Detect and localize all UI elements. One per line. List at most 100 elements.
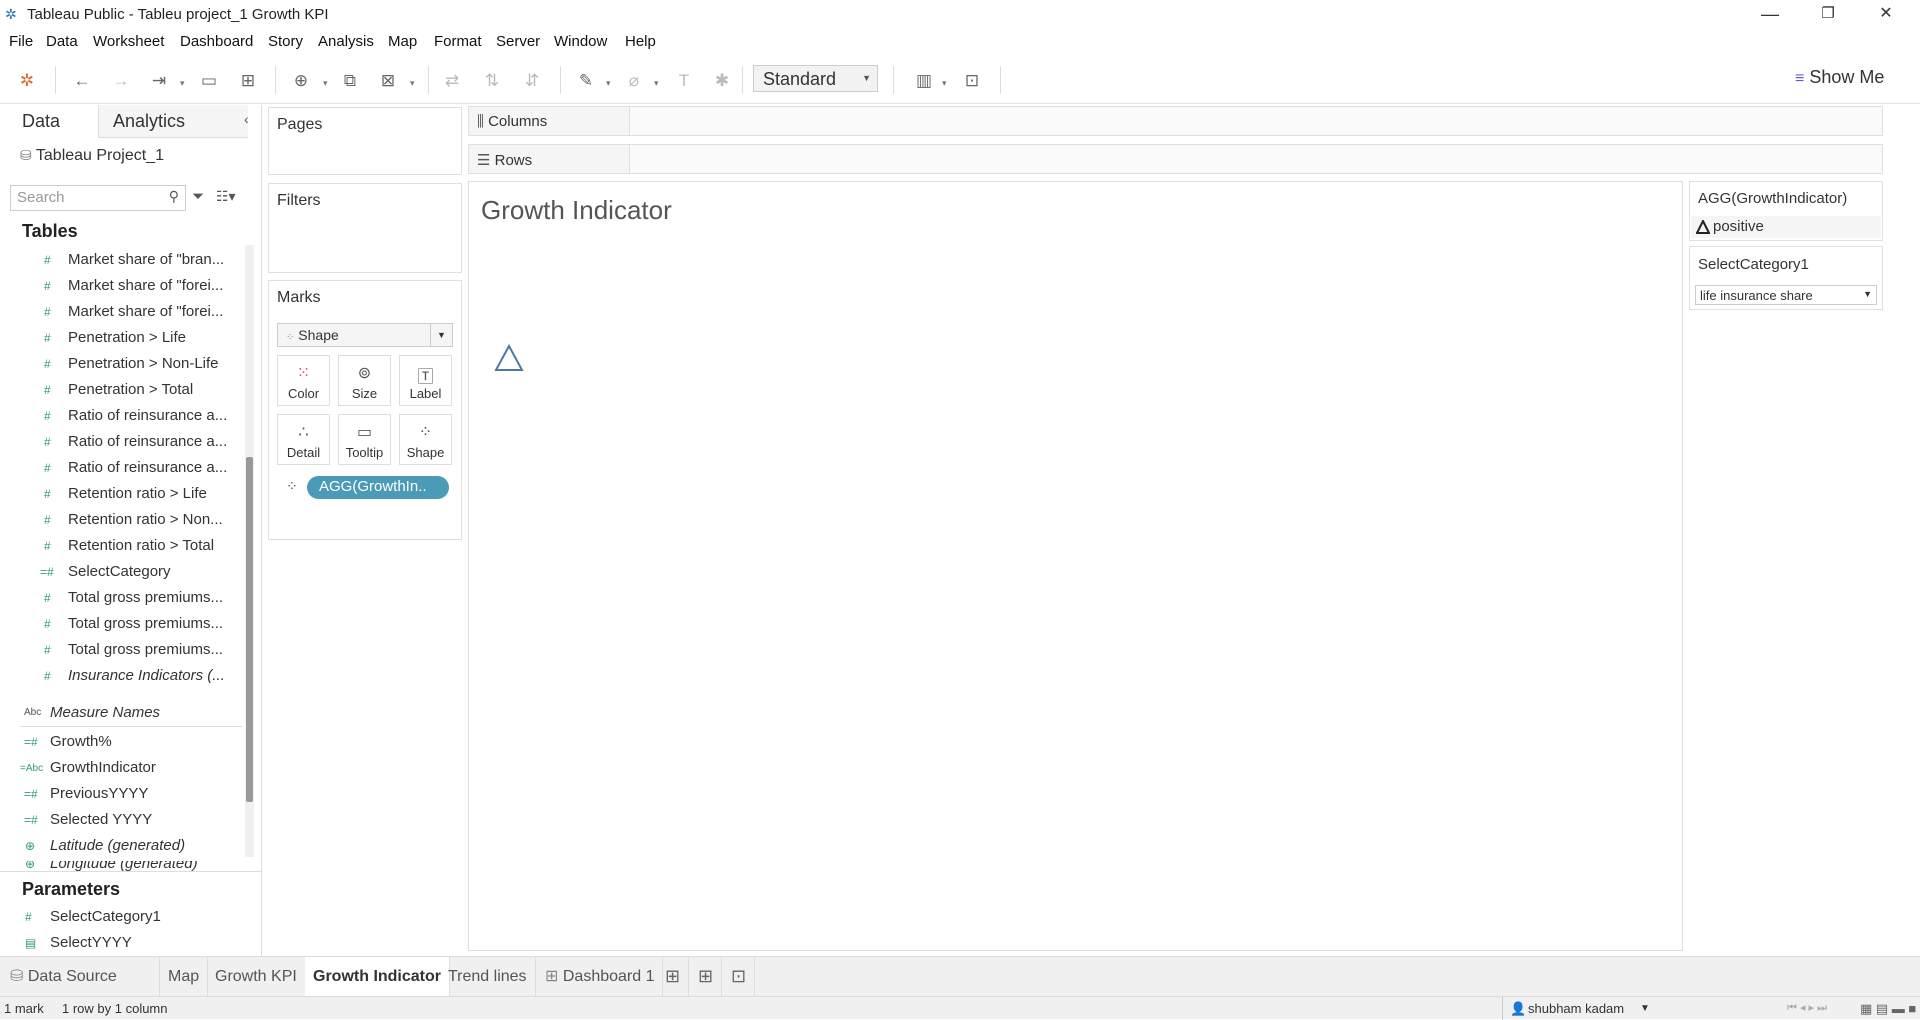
highlight-icon[interactable]: ✎ [574,70,598,92]
user-name[interactable]: shubham kadam [1528,1001,1624,1016]
columns-drop-zone[interactable] [629,107,1882,135]
tooltip-button[interactable]: ▭ Tooltip [338,414,391,465]
close-button[interactable]: ✕ [1857,0,1915,28]
undo-icon[interactable]: ← [70,70,94,92]
new-dashboard-tab-icon[interactable]: ⊞ [690,957,723,996]
menu-analysis[interactable]: Analysis [318,33,374,50]
filter-icon[interactable]: ⏷ [192,188,204,205]
field-item[interactable]: Latitude (generated) [50,837,185,854]
shape-field-pill[interactable]: AGG(GrowthIn.. [307,476,449,499]
new-story-tab-icon[interactable]: ⊡ [723,957,756,996]
search-input[interactable]: Search ⚲ [10,185,186,211]
new-worksheet-tab-icon[interactable]: ⊞ [657,957,690,996]
field-item[interactable]: Retention ratio > Total [68,537,214,554]
field-item[interactable]: Ratio of reinsurance a... [68,433,227,450]
tab-growth-kpi[interactable]: Growth KPI [207,957,306,996]
field-item[interactable]: Longitude (generated) [50,861,198,871]
minimize-button[interactable]: — [1741,0,1799,28]
parameter-item[interactable]: SelectCategory1 [50,908,161,925]
field-item[interactable]: Total gross premiums... [68,589,223,606]
parameter-item[interactable]: SelectYYYY [50,934,132,951]
chevron-down-icon[interactable]: ▼ [1640,1003,1650,1014]
field-item[interactable]: Penetration > Total [68,381,193,398]
field-item[interactable]: Penetration > Non-Life [68,355,219,372]
tableau-start-icon[interactable]: ✲ [15,70,39,92]
restore-button[interactable]: ❐ [1799,0,1857,28]
presentation-mode-icon[interactable]: ⊡ [960,70,984,92]
field-item[interactable]: Penetration > Life [68,329,186,346]
detail-button[interactable]: ∴ Detail [277,414,330,465]
label-button[interactable]: 🅃 Label [399,355,452,406]
swap-axes-icon[interactable]: ⇄ [440,70,464,92]
menu-window[interactable]: Window [554,33,607,50]
fit-dropdown[interactable]: Standard ▼ [753,65,878,92]
new-worksheet-icon[interactable]: ⊕ [289,70,313,92]
field-item[interactable]: Insurance Indicators (... [68,667,225,684]
menu-story[interactable]: Story [268,33,303,50]
tab-dashboard-1[interactable]: ⊞ Dashboard 1 [537,957,664,996]
menu-worksheet[interactable]: Worksheet [93,33,164,50]
show-labels-icon[interactable]: T [672,70,696,92]
collapse-pane-icon[interactable]: ‹ [244,111,249,127]
view-options-icon[interactable]: ☷▾ [216,188,236,205]
sort-ascending-icon[interactable]: ⇅ [480,70,504,92]
field-item[interactable]: GrowthIndicator [50,759,156,776]
field-item[interactable]: Market share of "bran... [68,251,224,268]
field-item[interactable]: PreviousYYYY [50,785,148,802]
menu-help[interactable]: Help [625,33,656,50]
size-button[interactable]: ⊚ Size [338,355,391,406]
datasource-name[interactable]: ⛁ Tableau Project_1 [20,147,164,165]
view-mode-icons[interactable]: ▦ ▤ ▬ ■ [1860,1001,1916,1017]
columns-shelf[interactable]: ⫼ Columns [468,106,1883,136]
triangle-mark[interactable] [493,343,525,373]
menu-map[interactable]: Map [388,33,417,50]
color-button[interactable]: ⁙ Color [277,355,330,406]
shape-button[interactable]: ⁘ Shape [399,414,452,465]
new-datasource-icon[interactable]: ⊞ [236,70,260,92]
show-cards-icon[interactable]: ▥ [912,70,936,92]
menu-dashboard[interactable]: Dashboard [180,33,253,50]
field-item[interactable]: Ratio of reinsurance a... [68,407,227,424]
scrollbar-thumb[interactable] [246,457,253,802]
clear-sheet-icon[interactable]: ⊠ [376,70,400,92]
field-item[interactable]: Retention ratio > Life [68,485,207,502]
legend-item[interactable]: positive [1691,216,1881,238]
fix-axes-icon[interactable]: ✱ [710,70,734,92]
menu-format[interactable]: Format [434,33,482,50]
save-icon[interactable]: ▭ [197,70,221,92]
tab-map[interactable]: Map [160,957,209,996]
menu-file[interactable]: File [9,33,33,50]
field-item[interactable]: Total gross premiums... [68,641,223,658]
tab-data[interactable]: Data [0,105,98,138]
viz-canvas[interactable]: Growth Indicator [468,181,1683,951]
field-item[interactable]: Total gross premiums... [68,615,223,632]
show-me-button[interactable]: ≡ Show Me [1795,67,1884,88]
mark-type-dropdown[interactable]: ⁘ Shape ▼ [277,323,453,347]
menu-data[interactable]: Data [46,33,78,50]
redo-icon[interactable]: → [109,70,133,92]
tab-growth-indicator[interactable]: Growth Indicator [305,957,450,996]
field-item[interactable]: Market share of "forei... [68,277,223,294]
marks-card: Marks ⁘ Shape ▼ ⁙ Color ⊚ Size 🅃 Label ∴ Det… [268,280,462,540]
parameter-dropdown[interactable]: life insurance share ▼ [1695,285,1877,305]
tab-data-source[interactable]: ⛁ Data Source [0,957,160,996]
rows-shelf[interactable]: ☰ Rows [468,144,1883,174]
filters-shelf[interactable]: Filters [268,183,462,273]
field-item[interactable]: Retention ratio > Non... [68,511,223,528]
menu-server[interactable]: Server [496,33,540,50]
tab-trend-lines[interactable]: Trend lines [440,957,536,996]
rows-drop-zone[interactable] [629,145,1882,173]
sort-descending-icon[interactable]: ⇵ [520,70,544,92]
first-page-icon[interactable]: ⏮ ◂ ▸ ⏭ [1787,1001,1827,1015]
field-item[interactable]: Selected YYYY [50,811,152,828]
tab-analytics[interactable]: Analytics [98,105,248,138]
field-item[interactable]: Market share of "forei... [68,303,223,320]
field-item[interactable]: Ratio of reinsurance a... [68,459,227,476]
group-members-icon[interactable]: ⌀ [622,70,646,92]
measure-names-field[interactable]: Measure Names [50,704,160,721]
pages-shelf[interactable]: Pages [268,107,462,175]
field-item[interactable]: Growth% [50,733,112,750]
replay-icon[interactable]: ⇥ [147,70,171,92]
duplicate-sheet-icon[interactable]: ⧉ [338,70,362,92]
field-item[interactable]: SelectCategory [68,563,171,580]
